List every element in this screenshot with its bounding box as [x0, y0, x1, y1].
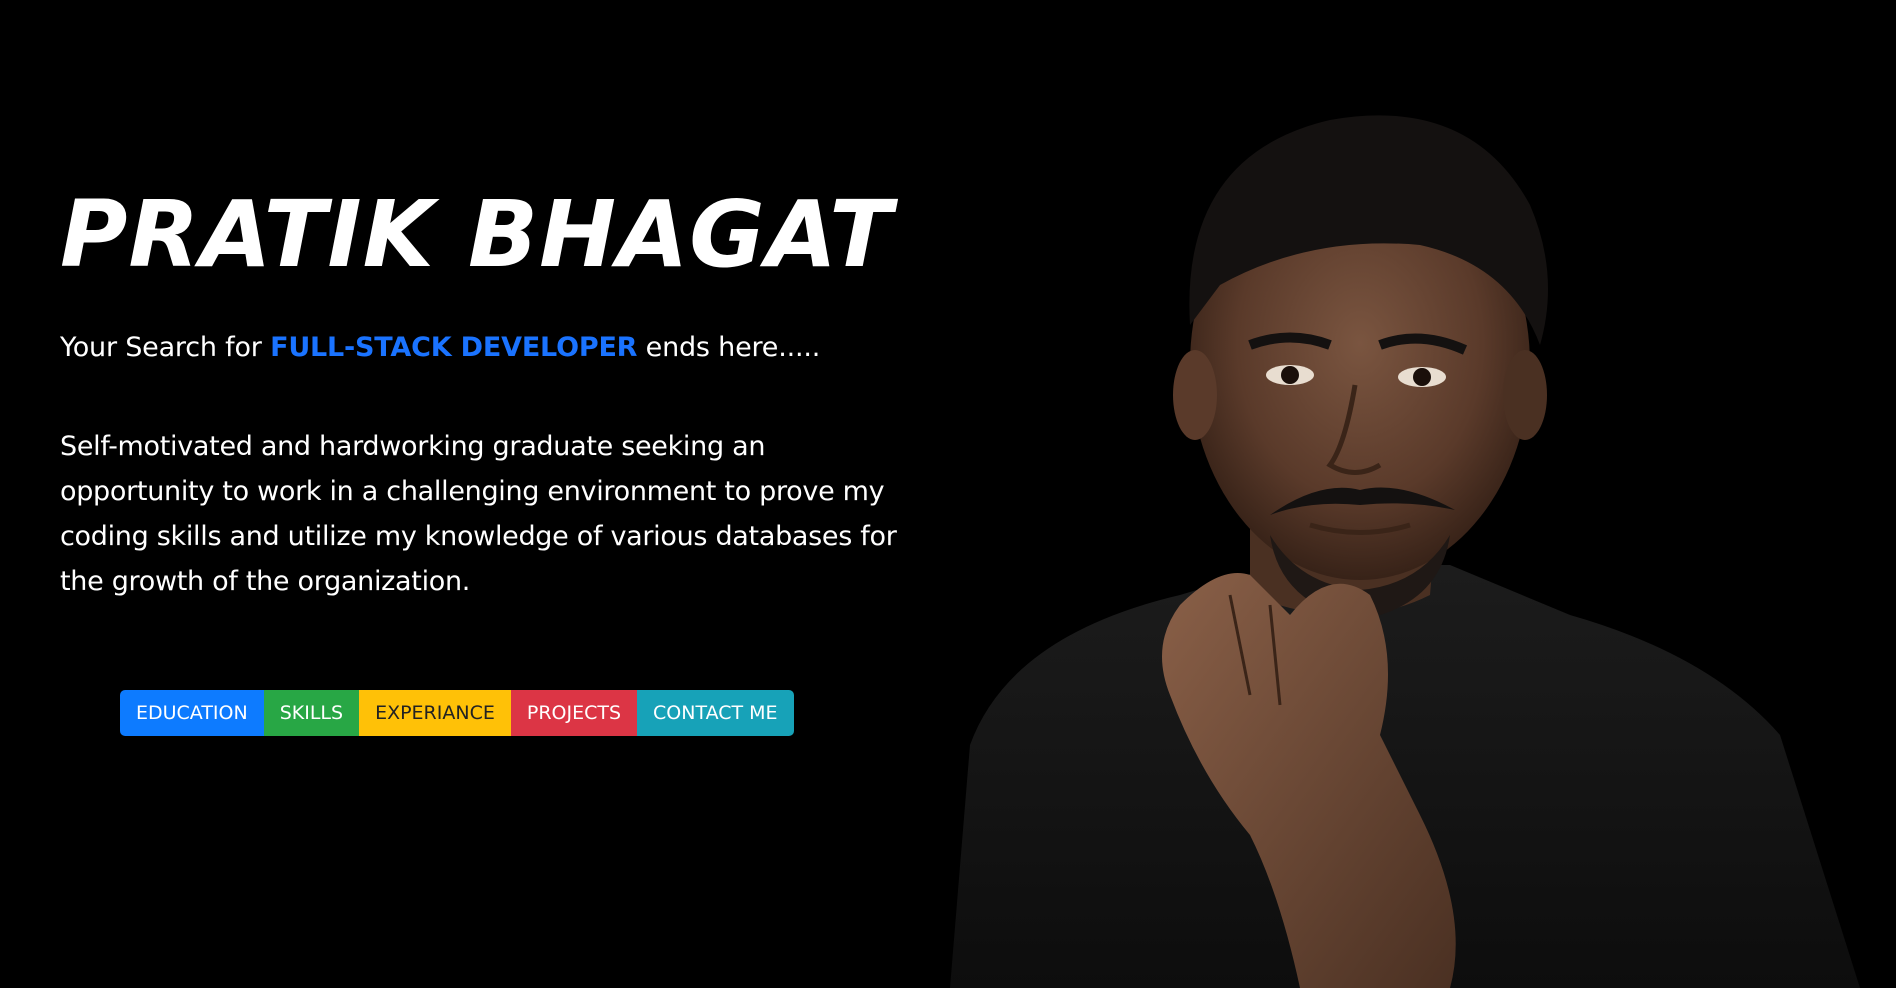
- contact-me-button[interactable]: CONTACT ME: [637, 690, 794, 736]
- profile-photo: [950, 115, 1860, 988]
- tagline-highlight: FULL-STACK DEVELOPER: [270, 332, 638, 363]
- tagline-suffix: ends here.....: [637, 332, 821, 363]
- section-nav: EDUCATION SKILLS EXPERIANCE PROJECTS CON…: [120, 690, 794, 736]
- hero-section: PRATIK BHAGAT Your Search for FULL-STACK…: [0, 0, 1896, 988]
- bio-paragraph: Self-motivated and hardworking graduate …: [60, 431, 897, 597]
- experiance-button[interactable]: EXPERIANCE: [359, 690, 511, 736]
- projects-button[interactable]: PROJECTS: [510, 690, 638, 736]
- tagline-prefix: Your Search for: [60, 332, 271, 363]
- tagline: Your Search for FULL-STACK DEVELOPER end…: [60, 330, 920, 366]
- skills-button[interactable]: SKILLS: [263, 690, 360, 736]
- intro-block: PRATIK BHAGAT Your Search for FULL-STACK…: [60, 180, 920, 631]
- education-button[interactable]: EDUCATION: [120, 690, 264, 736]
- page-title: PRATIK BHAGAT: [60, 181, 893, 288]
